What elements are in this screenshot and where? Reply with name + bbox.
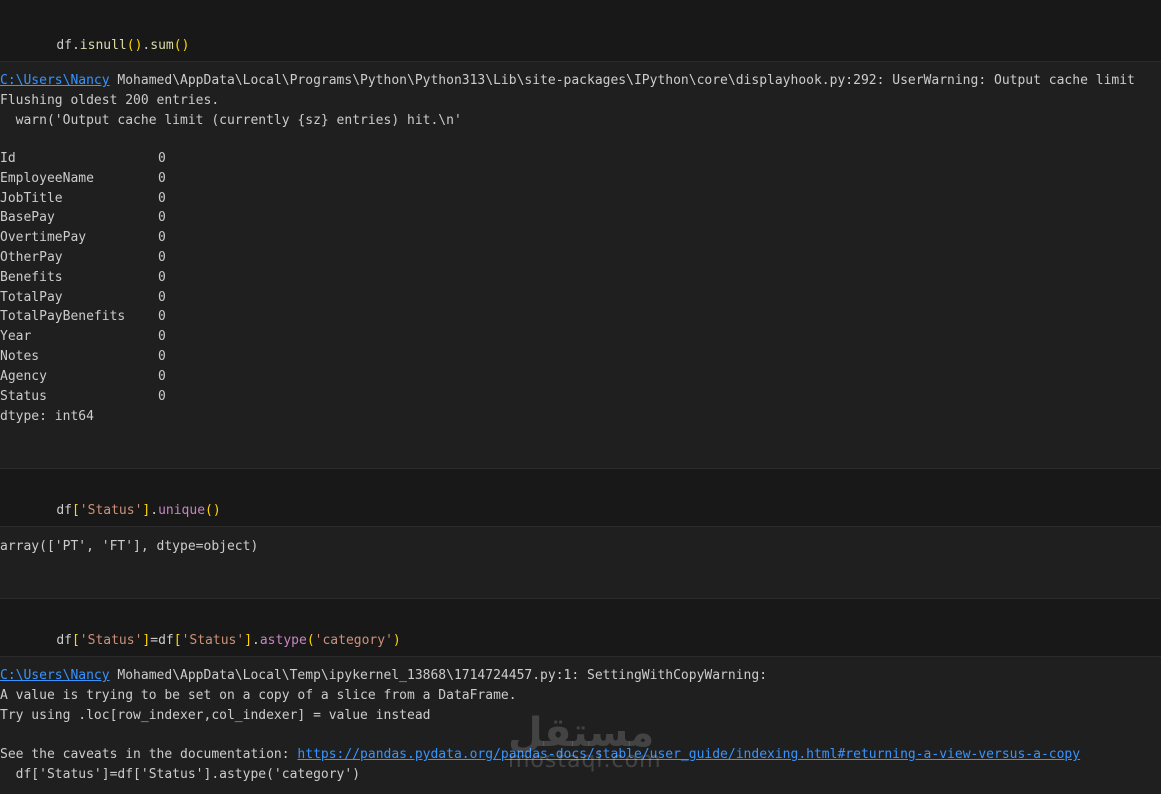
- output-cell-2: array(['PT', 'FT'], dtype=object): [0, 539, 259, 554]
- code-token: ): [392, 633, 401, 648]
- series-row-value: 0: [158, 269, 166, 285]
- series-row-value: 0: [158, 151, 166, 166]
- warning-line: Flushing oldest 200 entries.: [0, 93, 220, 108]
- series-row: OtherPay 0: [0, 248, 166, 268]
- series-row-value: 0: [158, 250, 166, 265]
- series-row-name: OtherPay: [0, 250, 63, 265]
- series-row-name: TotalPay: [0, 289, 63, 305]
- series-row: Id 0: [0, 149, 166, 169]
- series-row: Notes 0: [0, 347, 166, 367]
- series-row-name: Year: [0, 329, 32, 345]
- warning-line: C:\Users\Nancy Mohamed\AppData\Local\Tem…: [0, 666, 767, 686]
- warning-text: Mohamed\AppData\Local\Temp\ipykernel_138…: [109, 668, 768, 683]
- series-row: Benefits 0: [0, 268, 166, 288]
- series-row-value: 0: [158, 388, 166, 404]
- code-token: (: [173, 38, 182, 53]
- code-token: (: [126, 38, 135, 53]
- code-token: (: [205, 503, 213, 518]
- code-token: df: [56, 633, 72, 648]
- code-token: isnull: [79, 38, 127, 53]
- code-token: 'Status': [79, 633, 143, 648]
- warning-line: Try using .loc[row_indexer,col_indexer] …: [0, 708, 431, 723]
- series-row: Status 0: [0, 387, 166, 407]
- code-token: 'category': [314, 633, 393, 648]
- series-row-value: 0: [158, 289, 166, 305]
- code-token: astype: [259, 633, 307, 648]
- code-token: df: [158, 633, 174, 648]
- series-row: TotalPayBenefits 0: [0, 307, 166, 327]
- code-token: (: [306, 633, 315, 648]
- code-token: sum: [150, 38, 174, 53]
- code-token: 'Status': [181, 633, 245, 648]
- warning-line: See the caveats in the documentation: ht…: [0, 745, 1080, 765]
- code-cell-3[interactable]: df['Status']=df['Status'].astype('catego…: [0, 598, 1161, 657]
- warning-line: A value is trying to be set on a copy of…: [0, 688, 517, 703]
- series-row-value: 0: [158, 329, 166, 345]
- code-token: =: [150, 633, 159, 648]
- code-token: ): [212, 503, 221, 518]
- code-token: [: [173, 633, 182, 648]
- series-row-name: EmployeeName: [0, 170, 94, 186]
- series-row: Agency 0: [0, 367, 166, 387]
- warning-text: Mohamed\AppData\Local\Programs\Python\Py…: [109, 73, 1135, 88]
- dtype-line: dtype: int64: [0, 409, 94, 424]
- documentation-link[interactable]: https://pandas.pydata.org/pandas-docs/st…: [297, 747, 1080, 762]
- code-token: .: [150, 503, 159, 518]
- code-token: unique: [158, 503, 206, 518]
- series-row-value: 0: [158, 349, 166, 364]
- series-row-name: Agency: [0, 368, 47, 384]
- code-token: [: [71, 503, 80, 518]
- series-row-name: BasePay: [0, 210, 55, 226]
- series-row: JobTitle 0: [0, 189, 166, 209]
- series-row-name: Status: [0, 388, 47, 404]
- series-row-value: 0: [158, 309, 166, 325]
- code-token: 'Status': [79, 503, 143, 518]
- code-token: df: [56, 38, 72, 53]
- code-line[interactable]: df['Status'].unique(): [25, 481, 221, 541]
- series-row-name: Id: [0, 151, 16, 166]
- code-cell-2[interactable]: df['Status'].unique(): [0, 468, 1161, 527]
- code-token: df: [56, 503, 72, 518]
- series-row-value: 0: [158, 190, 166, 206]
- series-row-value: 0: [158, 210, 166, 226]
- warning-line: df['Status']=df['Status'].astype('catego…: [0, 767, 361, 782]
- code-cell-1[interactable]: df.isnull().sum(): [0, 0, 1161, 62]
- series-row: Year 0: [0, 327, 166, 347]
- file-path-link[interactable]: C:\Users\Nancy: [0, 668, 110, 683]
- warning-line: warn('Output cache limit (currently {sz}…: [0, 113, 462, 128]
- series-row: EmployeeName 0: [0, 169, 166, 189]
- code-line[interactable]: df['Status']=df['Status'].astype('catego…: [25, 611, 401, 671]
- series-row: OvertimePay 0: [0, 228, 166, 248]
- warning-line: C:\Users\Nancy Mohamed\AppData\Local\Pro…: [0, 71, 1135, 91]
- series-row-name: OvertimePay: [0, 230, 87, 246]
- code-line[interactable]: df.isnull().sum(): [25, 16, 189, 76]
- code-token: ]: [244, 633, 253, 648]
- series-row: BasePay 0: [0, 208, 166, 228]
- code-token: [: [71, 633, 80, 648]
- code-token: ): [181, 38, 190, 53]
- series-row-name: Benefits: [0, 269, 63, 285]
- series-row: TotalPay 0: [0, 288, 166, 308]
- series-row-value: 0: [158, 368, 166, 384]
- warning-text: See the caveats in the documentation:: [0, 747, 298, 762]
- series-row-value: 0: [158, 170, 166, 186]
- series-row-name: JobTitle: [0, 190, 63, 206]
- code-token: .: [252, 633, 260, 648]
- file-path-link[interactable]: C:\Users\Nancy: [0, 73, 110, 88]
- series-row-value: 0: [158, 230, 166, 246]
- code-token: .: [71, 38, 80, 53]
- series-row-name: TotalPayBenefits: [0, 309, 126, 325]
- series-row-name: Notes: [0, 349, 40, 364]
